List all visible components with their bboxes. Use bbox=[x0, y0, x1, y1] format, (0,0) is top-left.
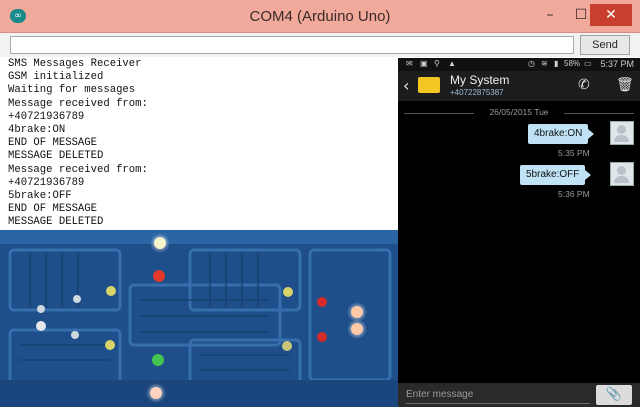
trash-icon[interactable]: 🗑 bbox=[616, 77, 634, 93]
contact-number: +40722875387 bbox=[450, 88, 504, 97]
led-red-lit bbox=[153, 270, 165, 282]
led-board-photo bbox=[0, 230, 398, 407]
minimize-button[interactable]: – bbox=[535, 4, 565, 26]
window-titlebar: ∞ COM4 (Arduino Uno) – ☐ ✕ bbox=[0, 0, 640, 33]
serial-line: Message received from: bbox=[8, 163, 148, 176]
message-bubble[interactable]: 5brake:OFF bbox=[520, 165, 592, 185]
led-yellow-lit bbox=[105, 340, 115, 350]
led-red-lit bbox=[150, 387, 162, 399]
compose-bar: Enter message 📎 bbox=[398, 383, 640, 407]
serial-input-bar: Send bbox=[0, 33, 640, 57]
serial-line: +40721936789 bbox=[8, 176, 85, 189]
led-red bbox=[317, 332, 327, 342]
serial-line: +40721936789 bbox=[8, 110, 85, 123]
call-icon[interactable]: ✆ bbox=[578, 77, 590, 93]
serial-line: GSM initialized bbox=[8, 71, 104, 84]
battery-percent: 58% bbox=[564, 59, 581, 68]
led-white bbox=[73, 295, 81, 303]
led-white bbox=[36, 321, 46, 331]
avatar-icon bbox=[610, 121, 634, 145]
message-bubble[interactable]: 4brake:ON bbox=[528, 124, 595, 144]
message-input[interactable]: Enter message bbox=[406, 387, 590, 404]
led-yellow-lit bbox=[283, 287, 293, 297]
warning-icon: ▲ bbox=[448, 59, 456, 68]
led-yellow bbox=[282, 341, 292, 351]
message-time: 5:35 PM bbox=[558, 148, 590, 158]
serial-line: SMS Messages Receiver bbox=[8, 58, 142, 70]
serial-line: END OF MESSAGE bbox=[8, 203, 98, 216]
serial-line: Message received from: bbox=[8, 97, 148, 110]
send-button[interactable]: Send bbox=[580, 35, 630, 55]
serial-line: 5brake:OFF bbox=[8, 190, 72, 203]
led-red-lit bbox=[351, 323, 363, 335]
phone-status-bar: ✉ ▣ ⚲ ▲ ◷ ≋ ▮ 58% ▭ 5:37 PM bbox=[398, 58, 640, 71]
image-icon: ▣ bbox=[420, 59, 428, 68]
conversation-header: ‹ My System +40722875387 ✆ 🗑 bbox=[398, 71, 640, 101]
contact-name: My System bbox=[450, 73, 510, 87]
led-green-lit bbox=[152, 354, 164, 366]
serial-line: MESSAGE DELETED bbox=[8, 216, 104, 229]
close-button[interactable]: ✕ bbox=[590, 4, 632, 26]
status-time: 5:37 PM bbox=[600, 59, 634, 69]
divider-line bbox=[564, 113, 634, 114]
phone-sms-screen: ✉ ▣ ⚲ ▲ ◷ ≋ ▮ 58% ▭ 5:37 PM ‹ My System … bbox=[398, 58, 640, 407]
conversation-date: 26/05/2015 Tue bbox=[489, 107, 549, 117]
usb-icon: ⚲ bbox=[434, 59, 440, 68]
serial-input[interactable] bbox=[10, 36, 574, 54]
date-divider: 26/05/2015 Tue bbox=[404, 107, 634, 119]
wifi-icon: ≋ bbox=[541, 59, 548, 68]
led-white bbox=[37, 305, 45, 313]
back-icon[interactable]: ‹ bbox=[403, 76, 409, 95]
alarm-icon: ◷ bbox=[528, 59, 535, 68]
serial-line: END OF MESSAGE bbox=[8, 137, 98, 150]
avatar-icon bbox=[610, 162, 634, 186]
led-red bbox=[317, 297, 327, 307]
signal-icon: ▮ bbox=[554, 59, 559, 68]
mail-icon: ✉ bbox=[406, 59, 413, 68]
serial-line: 4brake:ON bbox=[8, 124, 66, 137]
attach-icon[interactable]: 📎 bbox=[596, 385, 632, 405]
led-yellow-lit bbox=[106, 286, 116, 296]
message-time: 5:36 PM bbox=[558, 189, 590, 199]
battery-icon: ▭ bbox=[584, 59, 592, 68]
serial-monitor-output[interactable]: SMS Messages Receiver GSM initialized Wa… bbox=[8, 58, 398, 230]
led-white-lit bbox=[154, 237, 166, 249]
envelope-icon bbox=[418, 77, 440, 93]
serial-line: MESSAGE DELETED bbox=[8, 150, 104, 163]
led-red-lit bbox=[351, 306, 363, 318]
serial-line: Waiting for messages bbox=[8, 84, 136, 97]
led-white bbox=[71, 331, 79, 339]
led-board-illustration bbox=[0, 230, 398, 407]
